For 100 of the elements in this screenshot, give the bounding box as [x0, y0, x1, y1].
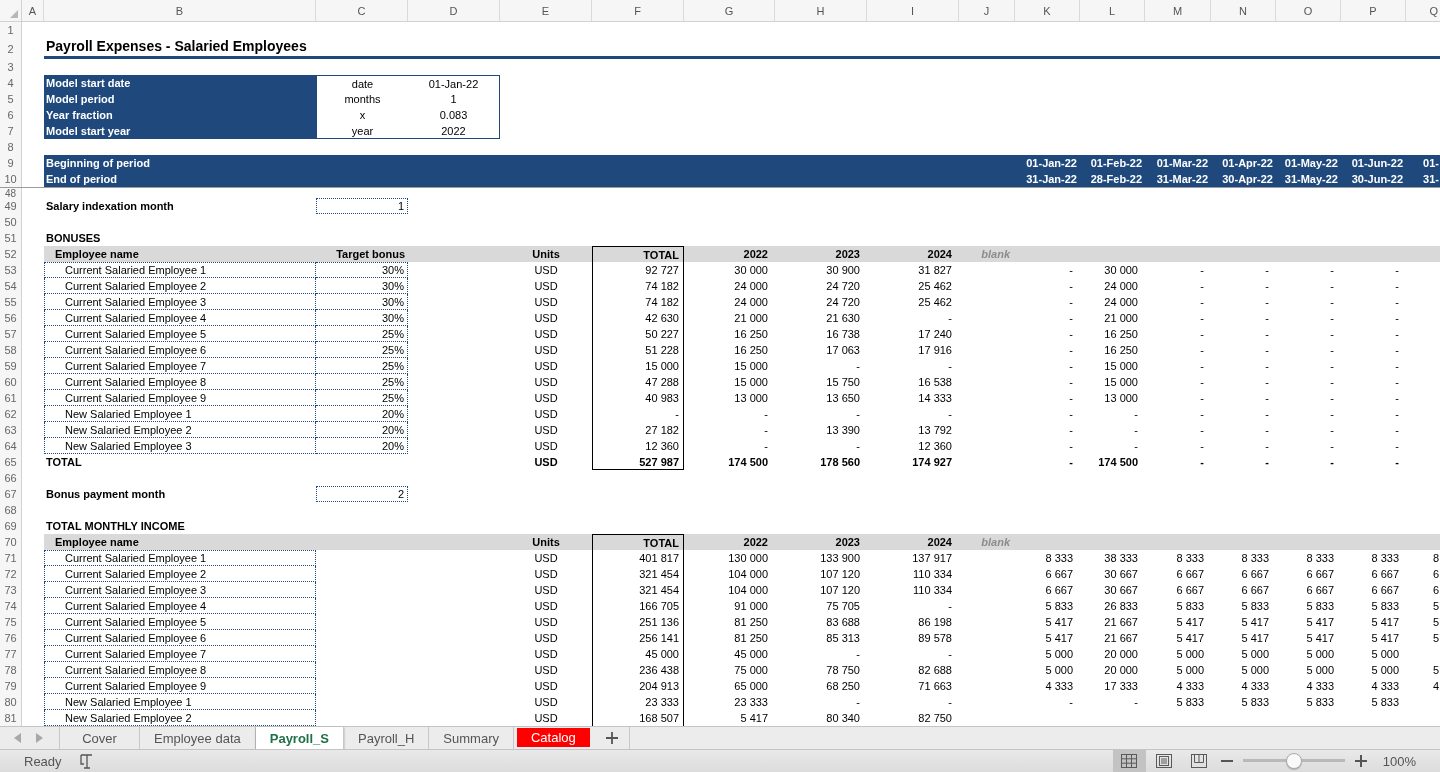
month-value-cell-text: -: [1199, 375, 1205, 390]
row-number: 50: [0, 214, 22, 230]
year-value-cell-text: 17 916: [917, 343, 953, 358]
month-value-cell-text: 30 667: [1103, 567, 1139, 582]
input-label: Salary indexation month: [45, 199, 175, 214]
month-value-cell-text: -: [1133, 695, 1139, 710]
month-value-cell-text: -: [1199, 327, 1205, 342]
month-value-cell-text: 6 667: [1044, 567, 1074, 582]
year-value-cell-text: 16 250: [733, 327, 769, 342]
period-date: 01-Jan-22: [1025, 156, 1078, 171]
column-heading: Units: [531, 247, 561, 262]
row-number: 55: [0, 294, 22, 310]
month-value-cell-text: 21 667: [1103, 631, 1139, 646]
total-cell: 51 228: [592, 342, 684, 358]
column-header: C: [316, 0, 408, 21]
year-value-cell-text: 17 063: [825, 343, 861, 358]
column-heading: blank: [980, 535, 1011, 550]
units-cell-text: USD: [533, 663, 559, 678]
year-value-cell-text: 30 900: [825, 263, 861, 278]
month-value-cell-text: -: [1394, 327, 1400, 342]
year-value-cell-text: 82 688: [917, 663, 953, 678]
row-number: 1: [0, 22, 22, 38]
month-value-cell-text: -: [1068, 439, 1074, 454]
units-cell-text: USD: [533, 423, 559, 438]
row-number: 66: [0, 470, 22, 486]
units-cell-text: USD: [533, 711, 559, 726]
period-date: 01-Feb-22: [1089, 156, 1143, 171]
target-bonus-cell: 30%: [316, 310, 408, 326]
total-cell: 42 630: [592, 310, 684, 326]
month-value-cell-text: -: [1199, 311, 1205, 326]
year-value-cell-text: 12 360: [917, 439, 953, 454]
month-value-cell-text: 5 000: [1370, 663, 1400, 678]
row-number: 58: [0, 342, 22, 358]
year-value-cell-text: 14 333: [917, 391, 953, 406]
month-value-cell-text: 38 333: [1103, 551, 1139, 566]
row-number: 70: [0, 534, 22, 550]
sheet-tab[interactable]: Catalog: [517, 728, 590, 747]
month-value-cell-text: 16 250: [1103, 327, 1139, 342]
month-value-cell-text: 21 000: [1103, 311, 1139, 326]
column-heading: 2022: [742, 535, 769, 550]
units-cell-text: USD: [533, 567, 559, 582]
plus-icon: [606, 732, 619, 744]
column-header: F: [592, 0, 684, 21]
column-heading: 2022: [742, 247, 769, 262]
column-header: A: [22, 0, 44, 21]
month-value-cell-text: 15 000: [1103, 359, 1139, 374]
employee-name-cell: Current Salaried Employee 7: [44, 358, 316, 374]
month-value-cell-text: -: [1329, 263, 1335, 278]
year-value-cell-text: 133 900: [819, 551, 861, 566]
row-number: 81: [0, 710, 22, 726]
month-value-cell-text: -: [1068, 407, 1074, 422]
target-bonus-cell: 25%: [316, 374, 408, 390]
year-value-cell-text: 174 500: [727, 455, 769, 470]
year-value-cell-text: -: [763, 407, 769, 422]
units-cell-text: USD: [533, 327, 559, 342]
month-value-cell-text: 30 667: [1103, 583, 1139, 598]
view-button[interactable]: [1112, 750, 1146, 772]
employee-name-cell: Current Salaried Employee 2: [44, 278, 316, 294]
parameter-unit: year: [316, 123, 408, 139]
units-cell-text: USD: [533, 407, 559, 422]
employee-name-cell: Current Salaried Employee 9: [44, 390, 316, 406]
year-value-cell-text: 5 417: [739, 711, 769, 726]
row-number: 52: [0, 246, 22, 262]
row-number: 72: [0, 566, 22, 582]
row-number: 51: [0, 230, 22, 246]
sheet-title: Payroll Expenses - Salaried Employees: [44, 38, 1440, 59]
year-value-cell-text: 91 000: [733, 599, 769, 614]
month-value-cell-text: 5 833: [1044, 599, 1074, 614]
total-cell: 40 983: [592, 390, 684, 406]
month-value-cell-text: 5 000: [1370, 647, 1400, 662]
month-value-cell-text: 6 667: [1305, 567, 1335, 582]
employee-name-cell: Current Salaried Employee 3: [44, 582, 316, 598]
units-cell-text: USD: [533, 311, 559, 326]
section-heading: TOTAL MONTHLY INCOME: [45, 519, 186, 534]
year-value-cell-text: 178 560: [819, 455, 861, 470]
month-value-cell-text: 8: [1431, 551, 1440, 566]
target-bonus-cell: 25%: [316, 326, 408, 342]
column-heading: blank: [980, 247, 1011, 262]
sheet-tab[interactable]: Payroll_S: [255, 727, 344, 749]
month-value-cell-text: -: [1264, 263, 1270, 278]
year-value-cell-text: 110 334: [912, 567, 953, 582]
row-number: 61: [0, 390, 22, 406]
year-value-cell-text: -: [947, 599, 953, 614]
column-header: G: [684, 0, 775, 21]
month-value-cell-text: -: [1199, 263, 1205, 278]
row-number: 62: [0, 406, 22, 422]
month-value-cell-text: -: [1199, 359, 1205, 374]
month-value-cell-text: -: [1068, 279, 1074, 294]
month-value-cell-text: 6 667: [1240, 583, 1270, 598]
column-header: B: [44, 0, 316, 21]
row-number: 7: [0, 123, 22, 139]
month-value-cell-text: -: [1133, 439, 1139, 454]
employee-name-cell: New Salaried Employee 1: [44, 406, 316, 422]
month-value-cell-text: 5 000: [1240, 663, 1270, 678]
year-value-cell-text: 15 750: [825, 375, 861, 390]
zoom-in-button[interactable]: [1353, 754, 1368, 768]
slider-thumb[interactable]: [1285, 753, 1302, 769]
year-value-cell-text: -: [855, 359, 861, 374]
column-heading: 2023: [834, 535, 861, 550]
month-value-cell-text: -: [1394, 263, 1400, 278]
